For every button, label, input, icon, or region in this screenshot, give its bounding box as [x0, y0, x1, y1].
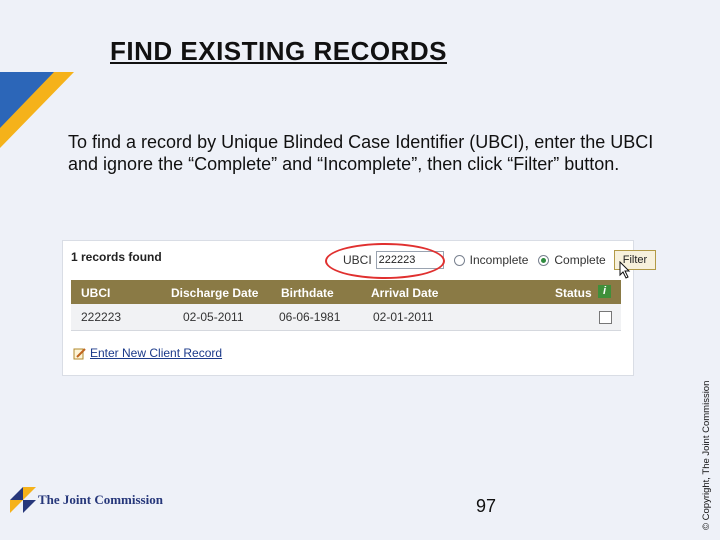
- column-header-status: Status: [555, 286, 592, 300]
- copyright-notice: © Copyright, The Joint Commission: [701, 380, 712, 530]
- page-number: 97: [476, 496, 497, 516]
- info-icon[interactable]: i: [598, 285, 611, 298]
- enter-new-client-link[interactable]: Enter New Client Record: [73, 346, 222, 360]
- column-header-birthdate: Birthdate: [281, 286, 334, 300]
- mouse-cursor-icon: [619, 261, 631, 279]
- incomplete-radio[interactable]: [453, 254, 465, 266]
- embedded-screenshot: 1 records found UBCI Incomplete Complete…: [62, 240, 657, 376]
- joint-commission-logo-icon: [10, 487, 36, 513]
- highlight-ellipse: [325, 243, 445, 279]
- column-header-ubci: UBCI: [81, 286, 111, 300]
- cell-arrival-date: 02-01-2011: [373, 310, 434, 324]
- cell-discharge-date: 02-05-2011: [183, 310, 244, 324]
- table-row[interactable]: 222223 02-05-2011 06-06-1981 02-01-2011: [71, 304, 621, 331]
- column-header-discharge-date: Discharge Date: [171, 286, 259, 300]
- logo: The Joint Commission: [10, 487, 163, 513]
- incomplete-label: Incomplete: [469, 253, 529, 267]
- complete-radio[interactable]: [538, 254, 550, 266]
- instruction-text: To find a record by Unique Blinded Case …: [68, 132, 654, 174]
- status-checkbox[interactable]: [599, 311, 612, 324]
- enter-new-client-label: Enter New Client Record: [90, 346, 223, 360]
- column-header-arrival-date: Arrival Date: [371, 286, 439, 300]
- records-found-label: 1 records found: [71, 250, 162, 264]
- logo-text: The Joint Commission: [38, 492, 163, 507]
- cell-birthdate: 06-06-1981: [279, 310, 341, 324]
- slide-title: FIND EXISTING RECORDS: [110, 36, 447, 66]
- pencil-note-icon: [73, 347, 86, 359]
- complete-label: Complete: [554, 253, 606, 267]
- table-header: UBCI Discharge Date Birthdate Arrival Da…: [71, 280, 621, 304]
- cell-ubci: 222223: [81, 310, 122, 324]
